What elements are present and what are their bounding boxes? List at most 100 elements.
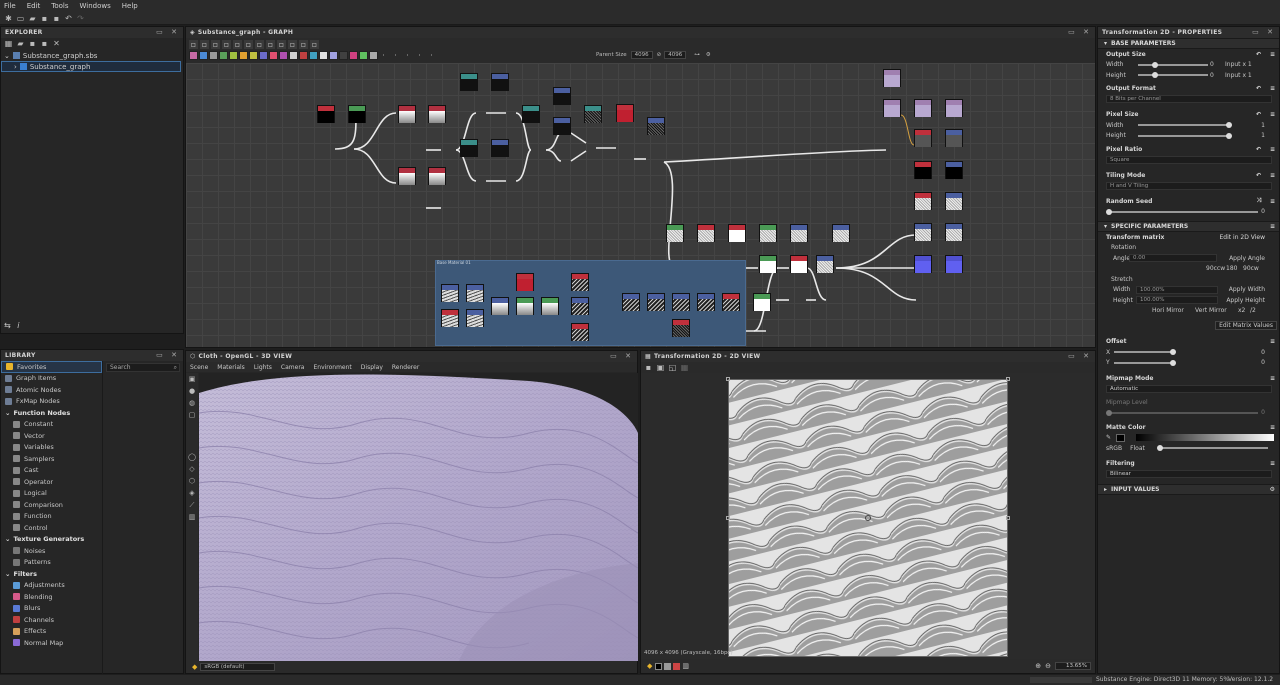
library-item[interactable]: Cast <box>1 465 102 477</box>
graph-node[interactable] <box>697 293 715 311</box>
reset-icon[interactable]: ↶ <box>1256 172 1261 179</box>
channels-icon[interactable] <box>673 662 681 670</box>
input-x1-button[interactable]: Input x 1 <box>1225 61 1252 68</box>
zoom-input[interactable]: 13.65% <box>1055 662 1091 670</box>
graph-node[interactable] <box>790 255 808 273</box>
library-item[interactable]: FxMap Nodes <box>1 396 102 408</box>
graph-node[interactable] <box>584 105 602 123</box>
graph-node[interactable] <box>883 69 901 87</box>
chevron-down-icon[interactable]: ⌄ <box>4 52 10 60</box>
transform-handle-tl[interactable] <box>726 377 730 381</box>
explorer-graph-row[interactable]: › Substance_graph <box>1 61 181 72</box>
graph-node[interactable] <box>441 309 459 327</box>
pixel-width-slider[interactable] <box>1226 122 1232 128</box>
node-palette-icon[interactable] <box>269 51 278 60</box>
graph-node[interactable] <box>522 105 540 123</box>
menu-windows[interactable]: Windows <box>80 2 111 10</box>
menu-icon[interactable]: ≡ <box>1270 172 1275 179</box>
chevron-down-icon[interactable]: ⌄ <box>5 570 10 578</box>
transform-handle-tr[interactable] <box>1006 377 1010 381</box>
node-palette-icon[interactable] <box>189 51 198 60</box>
graph-node[interactable] <box>428 167 446 185</box>
panel-controls-icon[interactable]: ▭ ✕ <box>1068 28 1092 36</box>
save-icon[interactable]: ▪ <box>40 14 49 23</box>
graph-node[interactable] <box>914 255 932 273</box>
scale-x2-button[interactable]: x2 <box>1238 307 1245 314</box>
graph-node[interactable] <box>541 297 559 315</box>
view3d-menu-camera[interactable]: Camera <box>281 364 305 371</box>
cloth-3d-render[interactable] <box>199 373 638 661</box>
save-icon[interactable]: ▪ <box>28 39 37 48</box>
menu-icon[interactable]: ≡ <box>1270 424 1275 431</box>
rotate-180-button[interactable]: 180 <box>1226 265 1237 272</box>
graph-node[interactable] <box>666 224 684 242</box>
environment-icon[interactable]: ◍ <box>186 397 198 409</box>
colorspace-select[interactable]: sRGB (default) <box>200 663 276 671</box>
graph-node[interactable] <box>945 192 963 210</box>
close-icon[interactable]: ✕ <box>52 39 61 48</box>
explorer-package-row[interactable]: ⌄ Substance_graph.sbs <box>1 50 183 61</box>
graph-node[interactable] <box>348 105 366 123</box>
tiling-mode-select[interactable]: H and V Tiling <box>1106 181 1272 190</box>
camera-icon[interactable]: ▣ <box>186 373 198 385</box>
library-item[interactable]: Function <box>1 511 102 523</box>
transform-handle-mr[interactable] <box>1006 516 1010 520</box>
cube-icon[interactable]: ◇ <box>186 463 198 475</box>
reset-icon[interactable]: ↶ <box>1256 111 1261 118</box>
panel-controls-icon[interactable]: ▭ ✕ <box>1068 352 1092 360</box>
node-palette-icon[interactable] <box>369 51 378 60</box>
menu-edit[interactable]: Edit <box>27 2 41 10</box>
stretch-width-input[interactable]: 100.00% <box>1136 285 1218 294</box>
settings-icon[interactable]: ▫ <box>288 40 297 49</box>
comment-icon[interactable]: ▫ <box>211 40 220 49</box>
graph-node[interactable] <box>466 284 484 302</box>
graph-node[interactable] <box>491 73 509 91</box>
graph-node[interactable] <box>553 117 571 135</box>
output-size-select[interactable]: 4096 <box>664 51 687 59</box>
menu-icon[interactable]: ≡ <box>1270 375 1275 382</box>
base-params-section[interactable]: ▾ BASE PARAMETERS <box>1098 38 1279 49</box>
graph-node[interactable] <box>759 255 777 273</box>
view3d-menu-display[interactable]: Display <box>361 364 383 371</box>
output-height-slider[interactable] <box>1152 72 1158 78</box>
library-item[interactable]: Operator <box>1 476 102 488</box>
color-swatch[interactable] <box>1116 433 1126 442</box>
gear-icon[interactable]: ⚙ <box>1270 486 1275 493</box>
node-palette-icon[interactable] <box>349 51 358 60</box>
save-as-icon[interactable]: ▪ <box>40 39 49 48</box>
screenshot-icon[interactable]: ▢ <box>186 409 198 421</box>
library-item[interactable]: Atomic Nodes <box>1 384 102 396</box>
graph-node[interactable] <box>616 104 634 122</box>
checker-icon[interactable] <box>664 662 672 670</box>
tile-icon[interactable]: ▦ <box>680 363 689 372</box>
graph-node[interactable] <box>571 273 589 291</box>
node-palette-icon[interactable] <box>239 51 248 60</box>
node-palette-icon[interactable] <box>219 51 228 60</box>
graph-node[interactable] <box>759 224 777 242</box>
info-icon[interactable]: i <box>17 321 19 330</box>
node-palette-icon[interactable] <box>359 51 368 60</box>
plane-icon[interactable]: ◈ <box>186 487 198 499</box>
frame-icon[interactable]: ▫ <box>200 40 209 49</box>
pixel-height-slider[interactable] <box>1226 132 1232 139</box>
node-palette-icon[interactable] <box>339 51 348 60</box>
gear-icon[interactable]: ⚙ <box>706 52 711 58</box>
panel-controls-icon[interactable]: ▭ ✕ <box>610 352 634 360</box>
graph-node[interactable] <box>728 224 746 242</box>
save-all-icon[interactable]: ▪ <box>52 14 61 23</box>
library-item[interactable]: Channels <box>1 614 102 626</box>
angle-input[interactable]: 0.00 <box>1129 254 1217 262</box>
separator-icon[interactable]: · <box>415 51 424 60</box>
library-item[interactable]: Noises <box>1 545 102 557</box>
graph-node[interactable] <box>945 161 963 179</box>
layers-icon[interactable]: ◆ <box>647 662 652 670</box>
library-group-header[interactable]: ⌄ Filters <box>1 568 102 580</box>
dot-icon[interactable]: · <box>391 51 400 60</box>
graph-node[interactable] <box>672 293 690 311</box>
library-item[interactable]: Blurs <box>1 603 102 615</box>
node-palette-icon[interactable] <box>249 51 258 60</box>
eyedropper-icon[interactable]: ✎ <box>1106 434 1111 441</box>
view2d-canvas[interactable]: 4096 x 4096 (Grayscale, 16bpc) <box>641 373 1095 659</box>
library-item[interactable]: Patterns <box>1 557 102 569</box>
random-seed-slider[interactable] <box>1106 208 1112 215</box>
